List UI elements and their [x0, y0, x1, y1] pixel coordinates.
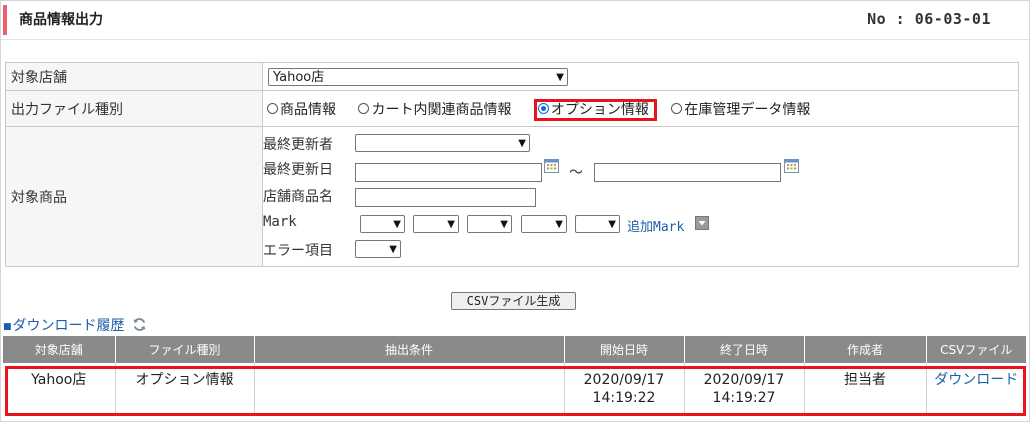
radio-circle[interactable]	[671, 103, 683, 114]
cell-end-datetime: 2020/09/17 14:19:27	[684, 363, 805, 413]
error-item-select[interactable]: ▼	[355, 240, 401, 258]
mark-select-2[interactable]: ▼	[413, 215, 459, 233]
mark-select-5[interactable]: ▼	[575, 215, 620, 233]
expand-icon[interactable]	[695, 216, 709, 230]
column-header: 開始日時	[564, 336, 685, 363]
radio-option-info-label: オプション情報	[550, 101, 649, 118]
page-header: 商品情報出力 No : 06-03-01	[1, 1, 1029, 40]
download-history-table: 対象店舗 ファイル種別 抽出条件 開始日時 終了日時 作成者 CSVファイル Y…	[3, 336, 1026, 413]
download-history-title: ダウンロード履歴	[12, 318, 125, 334]
start-date: 2020/09/17	[583, 372, 665, 388]
chevron-down-icon: ▼	[389, 244, 397, 255]
table-header-row: 対象店舗 ファイル種別 抽出条件 開始日時 終了日時 作成者 CSVファイル	[3, 336, 1026, 363]
radio-inventory-data-label: 在庫管理データ情報	[684, 101, 811, 118]
chevron-down-icon: ▼	[500, 219, 508, 230]
store-label: 対象店舗	[5, 62, 263, 91]
generate-csv-button[interactable]: CSVファイル生成	[451, 292, 576, 310]
cell-store: Yahoo店	[3, 363, 116, 413]
bullet-square-icon: ■	[3, 322, 12, 332]
column-header: ファイル種別	[115, 336, 255, 363]
store-select[interactable]: Yahoo店 ▼	[268, 67, 568, 86]
end-date: 2020/09/17	[703, 372, 785, 388]
radio-circle[interactable]	[267, 103, 278, 114]
column-header: 抽出条件	[254, 336, 565, 363]
download-link[interactable]: ダウンロード	[926, 363, 1026, 413]
mark-label: Mark	[263, 214, 297, 230]
chevron-down-icon: ▼	[608, 219, 616, 230]
mark-select-4[interactable]: ▼	[521, 215, 567, 233]
column-header: CSVファイル	[926, 336, 1026, 363]
column-header: 終了日時	[684, 336, 805, 363]
chevron-down-icon: ▼	[555, 219, 563, 230]
mark-select-1[interactable]: ▼	[360, 215, 405, 233]
calendar-icon[interactable]	[544, 159, 559, 173]
column-header: 作成者	[804, 336, 927, 363]
chevron-down-icon: ▼	[393, 219, 401, 230]
radio-cart-related-label: カート内関連商品情報	[371, 101, 512, 118]
chevron-down-icon: ▼	[518, 138, 526, 149]
radio-option-info[interactable]: オプション情報	[537, 99, 649, 119]
download-history-heading: ■ダウンロード履歴	[3, 315, 147, 335]
radio-inventory-data[interactable]: 在庫管理データ情報	[671, 99, 810, 119]
add-mark-link[interactable]: 追加Mark	[627, 216, 684, 235]
updater-select[interactable]: ▼	[355, 134, 530, 152]
mark-select-3[interactable]: ▼	[467, 215, 512, 233]
updated-from-input[interactable]	[355, 163, 542, 182]
cell-author: 担当者	[804, 363, 927, 413]
radio-circle[interactable]	[358, 103, 370, 114]
refresh-icon[interactable]	[132, 317, 147, 332]
radio-circle-selected[interactable]	[537, 103, 549, 114]
end-time: 14:19:27	[712, 390, 776, 406]
cell-start-datetime: 2020/09/17 14:19:22	[564, 363, 685, 413]
updated-to-input[interactable]	[594, 163, 781, 182]
products-label: 対象商品	[5, 126, 263, 267]
start-time: 14:19:22	[592, 390, 656, 406]
page-title: 商品情報出力	[19, 12, 103, 28]
date-range-tilde: ～	[569, 165, 583, 181]
radio-cart-related[interactable]: カート内関連商品情報	[358, 99, 511, 119]
store-select-value: Yahoo店	[273, 69, 325, 85]
header-accent-bar	[3, 5, 7, 35]
shop-product-name-input[interactable]	[355, 188, 536, 207]
screen-number: No : 06-03-01	[867, 10, 991, 28]
column-header: 対象店舗	[3, 336, 116, 363]
table-row: Yahoo店 オプション情報 2020/09/17 14:19:22 2020/…	[3, 363, 1026, 413]
chevron-down-icon: ▼	[447, 219, 455, 230]
updated-date-label: 最終更新日	[263, 162, 333, 178]
error-item-label: エラー項目	[263, 243, 333, 259]
cell-condition	[254, 363, 565, 413]
filetype-label: 出力ファイル種別	[5, 90, 263, 127]
cell-file-type: オプション情報	[115, 363, 255, 413]
updater-label: 最終更新者	[263, 137, 333, 153]
radio-product-info[interactable]: 商品情報	[267, 99, 336, 119]
calendar-icon[interactable]	[784, 159, 799, 173]
radio-product-info-label: 商品情報	[280, 101, 336, 118]
selected-option-highlight: オプション情報	[533, 99, 658, 121]
chevron-down-icon: ▼	[556, 71, 564, 83]
shop-product-name-label: 店舗商品名	[263, 189, 333, 205]
